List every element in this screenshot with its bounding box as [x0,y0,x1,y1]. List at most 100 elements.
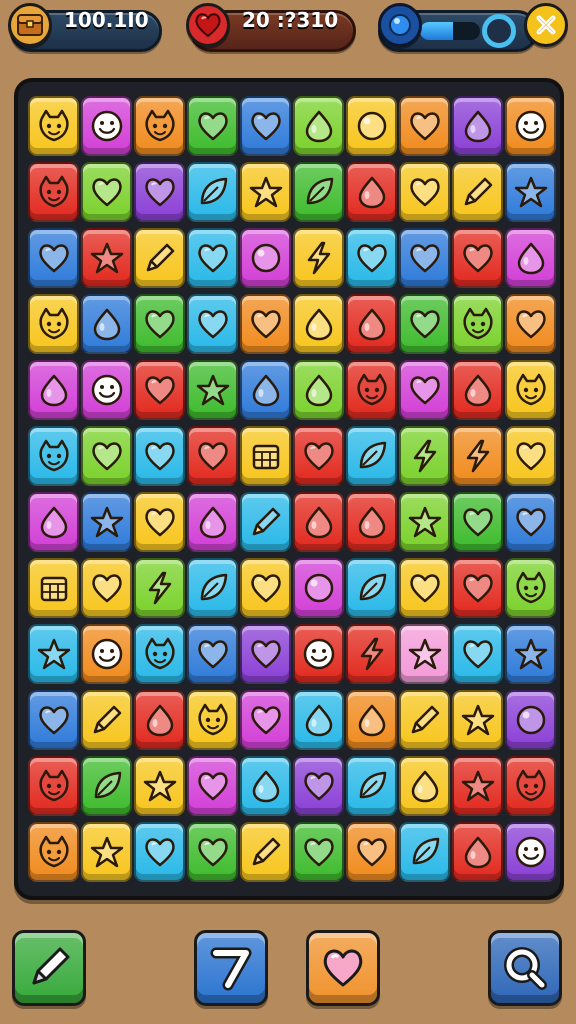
tile[interactable] [505,162,556,222]
tile[interactable] [81,624,132,684]
tile[interactable] [187,228,238,288]
tile[interactable] [134,96,185,156]
tile[interactable] [505,690,556,750]
tile[interactable] [134,228,185,288]
tile[interactable] [240,426,291,486]
tile[interactable] [81,426,132,486]
tile[interactable] [187,360,238,420]
tile[interactable] [81,558,132,618]
tile[interactable] [134,360,185,420]
tile[interactable] [187,96,238,156]
tile[interactable] [81,228,132,288]
tile[interactable] [452,426,503,486]
tile[interactable] [240,162,291,222]
tile[interactable] [505,558,556,618]
tile[interactable] [81,492,132,552]
tile[interactable] [505,228,556,288]
tile[interactable] [134,822,185,882]
tile[interactable] [346,558,397,618]
tile[interactable] [293,690,344,750]
tile[interactable] [399,294,450,354]
tile[interactable] [187,822,238,882]
tile[interactable] [81,162,132,222]
tile[interactable] [240,690,291,750]
tile[interactable] [399,96,450,156]
search-button[interactable] [488,930,562,1006]
tile[interactable] [346,162,397,222]
tile[interactable] [134,162,185,222]
pencil-button[interactable] [12,930,86,1006]
tile[interactable] [187,690,238,750]
tile[interactable] [346,756,397,816]
tile[interactable] [505,360,556,420]
tile[interactable] [134,492,185,552]
tile[interactable] [187,492,238,552]
tile[interactable] [187,624,238,684]
tile[interactable] [28,294,79,354]
tile[interactable] [346,294,397,354]
tile[interactable] [505,624,556,684]
heart-button[interactable] [306,930,380,1006]
tile[interactable] [452,690,503,750]
tile[interactable] [81,756,132,816]
tile[interactable] [399,228,450,288]
tile[interactable] [28,822,79,882]
tile[interactable] [240,492,291,552]
tile[interactable] [399,624,450,684]
tile[interactable] [134,558,185,618]
tile[interactable] [505,492,556,552]
tile[interactable] [240,294,291,354]
tile[interactable] [346,360,397,420]
tile[interactable] [240,228,291,288]
tile[interactable] [240,360,291,420]
tile[interactable] [187,558,238,618]
tile[interactable] [293,558,344,618]
tile[interactable] [505,96,556,156]
tile[interactable] [346,492,397,552]
tile[interactable] [399,756,450,816]
tile[interactable] [399,162,450,222]
tile[interactable] [399,558,450,618]
tile[interactable] [399,690,450,750]
tile[interactable] [187,426,238,486]
tile[interactable] [346,822,397,882]
tile[interactable] [187,162,238,222]
tile[interactable] [452,294,503,354]
tile[interactable] [505,822,556,882]
tile[interactable] [134,294,185,354]
tile[interactable] [134,756,185,816]
tile[interactable] [28,558,79,618]
tile[interactable] [134,426,185,486]
tile[interactable] [293,162,344,222]
tile[interactable] [452,360,503,420]
tile[interactable] [293,294,344,354]
tile[interactable] [346,228,397,288]
tile[interactable] [81,360,132,420]
tile[interactable] [452,162,503,222]
tile[interactable] [240,558,291,618]
tile[interactable] [399,360,450,420]
tile[interactable] [346,624,397,684]
tile[interactable] [187,294,238,354]
tile[interactable] [28,690,79,750]
tile[interactable] [240,96,291,156]
tile[interactable] [452,558,503,618]
tile[interactable] [399,822,450,882]
tile[interactable] [293,492,344,552]
tile[interactable] [240,756,291,816]
tile[interactable] [81,294,132,354]
tile[interactable] [505,426,556,486]
tile[interactable] [28,162,79,222]
tile[interactable] [293,96,344,156]
seven-button[interactable] [194,930,268,1006]
tile[interactable] [505,294,556,354]
tile[interactable] [346,426,397,486]
tile[interactable] [452,96,503,156]
tile[interactable] [28,756,79,816]
tile[interactable] [293,624,344,684]
close-icon[interactable] [524,3,568,47]
tile[interactable] [346,96,397,156]
tile[interactable] [81,96,132,156]
tile[interactable] [293,360,344,420]
tile[interactable] [452,492,503,552]
